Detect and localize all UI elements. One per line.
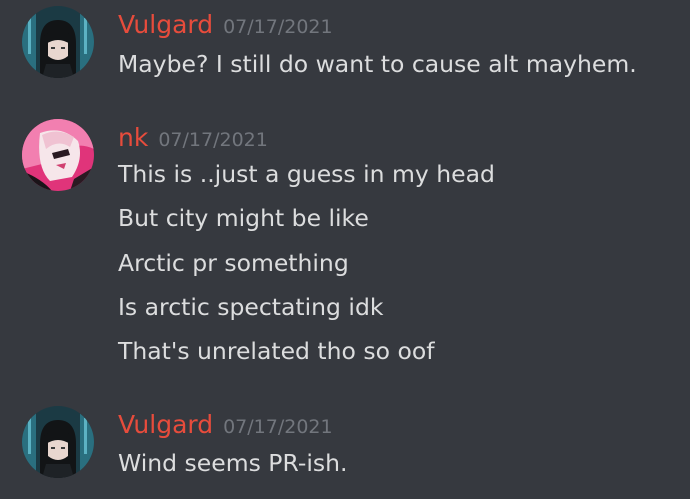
user-avatar[interactable]	[22, 406, 94, 478]
username[interactable]: Vulgard	[118, 410, 213, 439]
pink-anime-avatar-icon	[22, 119, 94, 191]
user-avatar[interactable]	[22, 119, 94, 191]
message-text: Is arctic spectating idk	[118, 293, 384, 321]
message-text: Arctic pr something	[118, 249, 349, 277]
message-text: Wind seems PR-ish.	[118, 449, 348, 477]
message-header: Vulgard 07/17/2021	[118, 12, 333, 37]
dark-haired-anime-avatar-icon	[22, 406, 94, 478]
message-text: This is ..just a guess in my head	[118, 160, 495, 188]
user-avatar[interactable]	[22, 6, 94, 78]
message-text: That's unrelated tho so oof	[118, 337, 435, 365]
timestamp: 07/17/2021	[158, 129, 268, 151]
message-header: nk 07/17/2021	[118, 125, 268, 150]
username[interactable]: nk	[118, 123, 148, 152]
timestamp: 07/17/2021	[223, 16, 333, 38]
message-header: Vulgard 07/17/2021	[118, 412, 333, 437]
message-text: But city might be like	[118, 204, 369, 232]
timestamp: 07/17/2021	[223, 416, 333, 438]
message-group: Vulgard 07/17/2021 Maybe? I still do want…	[0, 0, 690, 100]
message-text: Maybe? I still do want to cause alt mayh…	[118, 50, 637, 78]
username[interactable]: Vulgard	[118, 10, 213, 39]
dark-haired-anime-avatar-icon	[22, 6, 94, 78]
